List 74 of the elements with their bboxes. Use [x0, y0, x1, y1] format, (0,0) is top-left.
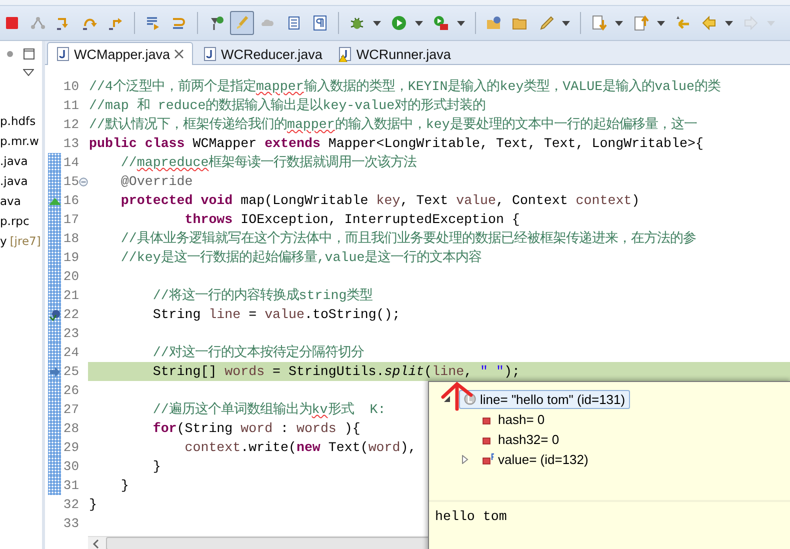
- code-line: //对这一行的文本按待定分隔符切分: [152, 345, 364, 360]
- tree-item-label[interactable]: ava: [0, 194, 21, 208]
- folder-ball-icon: [486, 15, 502, 31]
- bug-icon: [349, 15, 365, 31]
- maximize-icon[interactable]: [23, 48, 35, 60]
- java-file-icon: [203, 46, 218, 62]
- dot-icon[interactable]: [5, 49, 15, 59]
- code-line: String line = value.toString();: [152, 307, 400, 322]
- brush-icon: [234, 15, 250, 31]
- scroll-left-icon[interactable]: [92, 538, 100, 548]
- code-line: //具体业务逻辑就写在这个方法体中，而且我们业务要处理的数据已经被框架传递进来，在方法的参: [120, 231, 696, 246]
- filter-arrows-icon: [171, 15, 187, 31]
- editor-tab[interactable]: WCRunner.java: [332, 44, 457, 64]
- tree-item-label[interactable]: y: [0, 234, 7, 248]
- java-file-icon: [56, 46, 70, 62]
- tree-item-label[interactable]: .java: [0, 174, 28, 188]
- code-line: //将这一行的内容转换成string类型: [152, 288, 373, 303]
- caret-icon: [657, 20, 665, 26]
- code-line: String[] words = StringUtils.split(line, " ");: [152, 364, 520, 379]
- code-line: }: [89, 497, 97, 512]
- variable-tree-item[interactable]: hash32= 0: [477, 430, 564, 448]
- back-arrow-icon: [701, 15, 717, 31]
- tree-item-decoration: [jre7]: [10, 234, 41, 248]
- caret-icon: [725, 20, 733, 26]
- pilcrow-icon: [312, 15, 328, 31]
- tree-item-label[interactable]: p.hdfs: [0, 114, 36, 128]
- code-line: }: [152, 459, 161, 474]
- caret-icon: [415, 20, 423, 26]
- list-arrow-icon: [145, 15, 161, 31]
- network-icon: [30, 15, 46, 31]
- star-arrow-icon: [675, 15, 691, 31]
- code-line: }: [120, 478, 129, 493]
- code-line: public class WCMapper extends Mapper<LongWritable, Text, Text, LongWritable>{: [89, 136, 704, 151]
- caret-icon: [767, 20, 775, 26]
- caret-icon: [373, 20, 381, 26]
- forward-arrow-icon: [743, 15, 759, 31]
- collapsed-toggle-icon[interactable]: [461, 454, 469, 464]
- editor-tab[interactable]: WCReducer.java: [197, 44, 328, 64]
- variable-tree-item[interactable]: hash= 0: [477, 410, 550, 428]
- editor-tab[interactable]: WCMapper.java: [47, 42, 194, 65]
- java-file-warning-icon: [338, 46, 352, 62]
- toolbar-button[interactable]: [230, 11, 254, 35]
- code-line: //4个泛型中，前两个是指定mapper输入数据的类型，KEYIN是输入的key类型，VALUE是输入的value的类: [89, 79, 720, 94]
- code-line: for(String word : words ){: [152, 421, 360, 436]
- run-icon: [391, 15, 407, 31]
- code-line: //默认情况下，框架传递给我们的mapper的输入数据中，key是要处理的文本中一行的起始偏移量，这一: [89, 117, 697, 132]
- tree-item-label[interactable]: p.mr.w: [0, 134, 39, 148]
- tree-item-label[interactable]: p.rpc: [0, 214, 30, 228]
- code-line: //mapreduce框架每读一行数据就调用一次该方法: [120, 155, 417, 170]
- pen-icon: [538, 15, 554, 31]
- stop-icon: [4, 15, 20, 31]
- caret-icon: [615, 20, 623, 26]
- code-line: //遍历这个单词数组输出为kv形式 K:: [152, 402, 386, 417]
- caret-icon: [457, 20, 465, 26]
- code-line: throws IOException, InterruptedException {: [184, 212, 520, 227]
- expanded-toggle-icon[interactable]: [443, 395, 451, 403]
- code-line: context.write(new Text(word),: [184, 440, 416, 455]
- menu-caret-icon[interactable]: [23, 69, 34, 76]
- fold-minus-icon[interactable]: [79, 176, 88, 186]
- code-line: //key是这一行数据的起始偏移量,value是这一行的文本内容: [120, 250, 482, 265]
- caret-icon: [562, 20, 570, 26]
- code-line: @Override: [120, 174, 193, 189]
- close-icon[interactable]: [174, 49, 184, 59]
- value-detail-text: hello tom: [434, 508, 508, 526]
- code-line: protected void map(LongWritable key, Text value, Context context): [120, 193, 640, 208]
- run-toolbox-icon: [433, 15, 449, 31]
- frame-icon: [286, 15, 302, 31]
- previous-annotation-icon: [633, 15, 649, 31]
- tree-item-label[interactable]: .java: [0, 154, 28, 168]
- code-line: //map 和 reduce的数据输入输出是以key-value对的形式封装的: [89, 98, 486, 113]
- variable-tree-item[interactable]: value= (id=132): [477, 450, 594, 468]
- variable-tree-item[interactable]: line= "hello tom" (id=131): [459, 390, 630, 408]
- step-return-icon: [108, 15, 124, 31]
- next-annotation-icon: [591, 15, 607, 31]
